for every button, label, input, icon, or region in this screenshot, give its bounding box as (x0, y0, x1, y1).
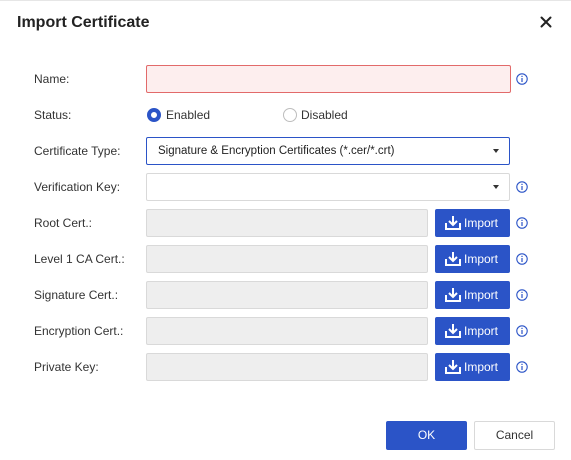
private-key-row: Private Key: Import (0, 353, 571, 381)
import-button-label: Import (464, 216, 499, 230)
import-button-label: Import (464, 360, 499, 374)
import-icon (444, 359, 462, 375)
chevron-down-icon (493, 149, 499, 153)
import-icon (444, 323, 462, 339)
private-key-path-field (146, 353, 428, 381)
close-button[interactable] (537, 13, 555, 31)
signature-cert-label: Signature Cert.: (34, 288, 119, 302)
import-icon (444, 287, 462, 303)
name-input-box (146, 65, 511, 93)
certificate-type-label: Certificate Type: (34, 144, 121, 158)
encryption-cert-label: Encryption Cert.: (34, 324, 124, 338)
import-certificate-dialog: Import Certificate Name: Status: Enabled… (0, 0, 571, 460)
level1-ca-cert-import-button[interactable]: Import (435, 245, 510, 273)
info-icon[interactable] (516, 253, 528, 265)
level1-ca-cert-path-field (146, 245, 428, 273)
status-row: Status: Enabled Disabled (0, 101, 571, 129)
signature-cert-path-input (147, 282, 427, 308)
certificate-type-row: Certificate Type: Signature & Encryption… (0, 137, 571, 165)
verification-key-row: Verification Key: (0, 173, 571, 201)
root-cert-path-input (147, 210, 427, 236)
import-icon (444, 215, 462, 231)
encryption-cert-row: Encryption Cert.: Import (0, 317, 571, 345)
status-enabled-label[interactable]: Enabled (166, 101, 210, 129)
info-icon[interactable] (516, 325, 528, 337)
info-icon[interactable] (516, 289, 528, 301)
status-enabled-radio[interactable] (147, 108, 161, 122)
info-icon[interactable] (516, 361, 528, 373)
info-icon[interactable] (516, 73, 528, 85)
private-key-import-button[interactable]: Import (435, 353, 510, 381)
import-button-label: Import (464, 324, 499, 338)
private-key-path-input (147, 354, 427, 380)
level1-ca-cert-path-input (147, 246, 427, 272)
close-icon (540, 16, 552, 28)
encryption-cert-import-button[interactable]: Import (435, 317, 510, 345)
level1-ca-cert-label: Level 1 CA Cert.: (34, 252, 125, 266)
dialog-title: Import Certificate (17, 14, 150, 31)
signature-cert-path-field (146, 281, 428, 309)
status-label: Status: (34, 108, 72, 122)
name-label: Name: (34, 72, 70, 86)
root-cert-path-field (146, 209, 428, 237)
import-button-label: Import (464, 288, 499, 302)
private-key-label: Private Key: (34, 360, 99, 374)
status-disabled-radio[interactable] (283, 108, 297, 122)
status-disabled-label[interactable]: Disabled (301, 101, 348, 129)
encryption-cert-path-input (147, 318, 427, 344)
info-icon[interactable] (516, 217, 528, 229)
import-icon (444, 251, 462, 267)
certificate-type-value: Signature & Encryption Certificates (*.c… (158, 145, 395, 157)
signature-cert-row: Signature Cert.: Import (0, 281, 571, 309)
root-cert-import-button[interactable]: Import (435, 209, 510, 237)
import-button-label: Import (464, 252, 499, 266)
level1-ca-cert-row: Level 1 CA Cert.: Import (0, 245, 571, 273)
certificate-type-select[interactable]: Signature & Encryption Certificates (*.c… (146, 137, 510, 165)
signature-cert-import-button[interactable]: Import (435, 281, 510, 309)
chevron-down-icon (493, 185, 499, 189)
name-row: Name: (0, 65, 571, 93)
verification-key-label: Verification Key: (34, 180, 121, 194)
root-cert-label: Root Cert.: (34, 216, 93, 230)
verification-key-select[interactable] (146, 173, 510, 201)
ok-button[interactable]: OK (386, 421, 467, 450)
info-icon[interactable] (516, 181, 528, 193)
name-input[interactable] (147, 66, 510, 92)
root-cert-row: Root Cert.: Import (0, 209, 571, 237)
cancel-button[interactable]: Cancel (474, 421, 555, 450)
encryption-cert-path-field (146, 317, 428, 345)
